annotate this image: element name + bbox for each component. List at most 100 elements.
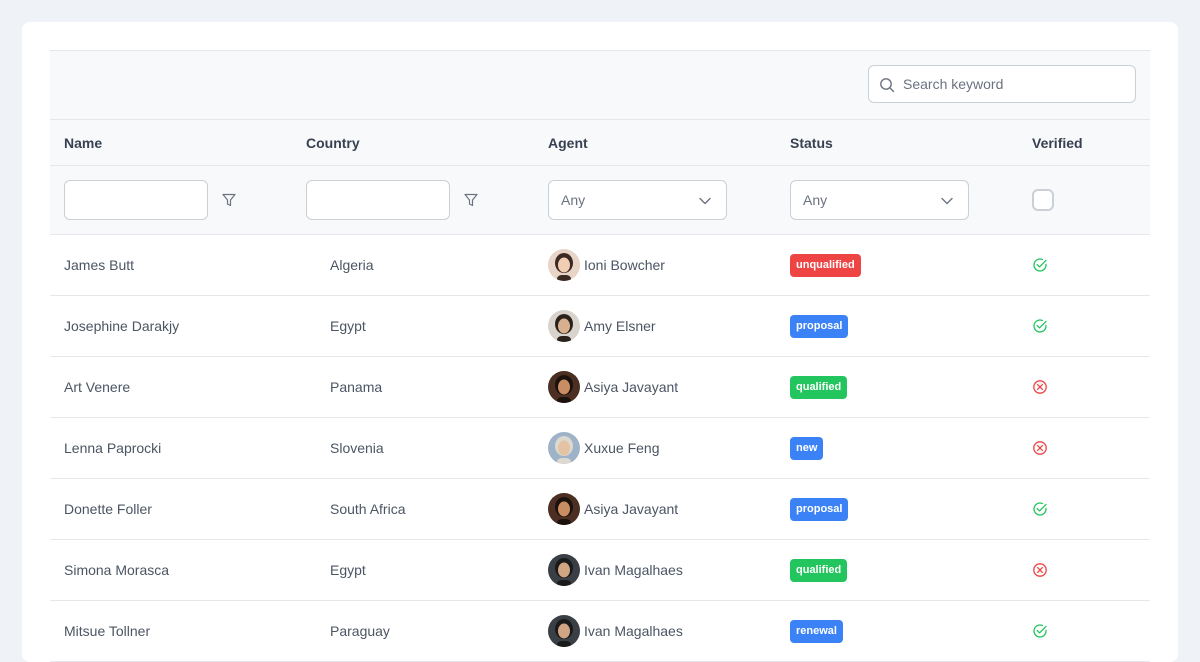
agent-cell: Asiya Javayant [534, 357, 776, 417]
country-cell: Paraguay [292, 601, 534, 661]
verified-cell [1018, 235, 1150, 295]
agent-name: Xuxue Feng [584, 440, 660, 456]
country-name: Egypt [330, 318, 366, 334]
column-header-country[interactable]: Country [292, 120, 534, 165]
table-row[interactable]: Josephine Darakjy Egypt Amy Elsner proposal [50, 296, 1150, 357]
country-name: South Africa [330, 501, 406, 517]
agent-filter-dropdown[interactable]: Any [548, 180, 727, 220]
customer-name: James Butt [64, 257, 135, 273]
agent-cell: Asiya Javayant [534, 479, 776, 539]
status-badge: renewal [790, 619, 843, 643]
country-cell: Egypt [292, 296, 534, 356]
country-filter-input[interactable] [306, 180, 450, 220]
column-header-name[interactable]: Name [50, 120, 292, 165]
country-cell: Slovenia [292, 418, 534, 478]
verified-cell [1018, 601, 1150, 661]
times-circle-icon [1033, 563, 1047, 577]
country-filter-button[interactable] [462, 191, 480, 209]
verified-cell [1018, 418, 1150, 478]
agent-cell: Xuxue Feng [534, 418, 776, 478]
country-cell: Panama [292, 357, 534, 417]
name-cell: James Butt [50, 235, 292, 295]
country-name: Paraguay [330, 623, 390, 639]
country-name: Slovenia [330, 440, 384, 456]
status-cell: proposal [776, 479, 1018, 539]
customer-name: Mitsue Tollner [64, 623, 151, 639]
agent-name: Ivan Magalhaes [584, 623, 683, 639]
agent-name: Asiya Javayant [584, 501, 679, 517]
name-filter-cell [50, 166, 292, 234]
table-header-row: Name Country Agent Status Verified [50, 120, 1150, 166]
country-cell: South Africa [292, 479, 534, 539]
table-body: James Butt Algeria Ioni Bowcher unqualified… [50, 235, 1150, 662]
search-box [868, 65, 1136, 103]
agent-name: Asiya Javayant [584, 379, 679, 395]
status-badge: proposal [790, 314, 849, 338]
table-row[interactable]: James Butt Algeria Ioni Bowcher unqualified [50, 235, 1150, 296]
country-filter-cell [292, 166, 534, 234]
name-cell: Lenna Paprocki [50, 418, 292, 478]
status-badge: unqualified [790, 253, 861, 277]
table-toolbar [50, 50, 1150, 120]
status-filter-cell: Any [776, 166, 1018, 234]
search-icon [880, 78, 895, 93]
name-cell: Mitsue Tollner [50, 601, 292, 661]
filter-row: Any Any [50, 166, 1150, 235]
column-header-agent[interactable]: Agent [534, 120, 776, 165]
agent-cell: Ivan Magalhaes [534, 601, 776, 661]
avatar [548, 310, 580, 342]
table-row[interactable]: Donette Foller South Africa Asiya Javayant… [50, 479, 1150, 540]
name-filter-button[interactable] [220, 191, 238, 209]
status-badge: qualified [790, 375, 848, 399]
table-row[interactable]: Simona Morasca Egypt Ivan Magalhaes qualifi… [50, 540, 1150, 601]
name-cell: Donette Foller [50, 479, 292, 539]
table-row[interactable]: Lenna Paprocki Slovenia Xuxue Feng new [50, 418, 1150, 479]
agent-name: Ioni Bowcher [584, 257, 665, 273]
check-circle-icon [1033, 319, 1047, 333]
table-row[interactable]: Mitsue Tollner Paraguay Ivan Magalhaes rene… [50, 601, 1150, 662]
column-header-verified[interactable]: Verified [1018, 120, 1150, 165]
name-cell: Simona Morasca [50, 540, 292, 600]
status-cell: unqualified [776, 235, 1018, 295]
status-badge: new [790, 436, 824, 460]
verified-cell [1018, 479, 1150, 539]
avatar [548, 615, 580, 647]
column-header-status[interactable]: Status [776, 120, 1018, 165]
check-circle-icon [1033, 258, 1047, 272]
status-filter-value: Any [803, 192, 828, 208]
customer-name: Donette Foller [64, 501, 152, 517]
agent-filter-cell: Any [534, 166, 776, 234]
customer-name: Josephine Darakjy [64, 318, 180, 334]
status-filter-dropdown[interactable]: Any [790, 180, 969, 220]
agent-cell: Ioni Bowcher [534, 235, 776, 295]
customers-table: Name Country Agent Status Verified [50, 50, 1150, 662]
times-circle-icon [1033, 441, 1047, 455]
country-cell: Algeria [292, 235, 534, 295]
country-name: Algeria [330, 257, 374, 273]
name-cell: Art Venere [50, 357, 292, 417]
customer-name: Lenna Paprocki [64, 440, 162, 456]
name-cell: Josephine Darakjy [50, 296, 292, 356]
status-cell: renewal [776, 601, 1018, 661]
check-circle-icon [1033, 624, 1047, 638]
verified-cell [1018, 540, 1150, 600]
chevron-down-icon [699, 197, 711, 205]
table-row[interactable]: Art Venere Panama Asiya Javayant qualified [50, 357, 1150, 418]
avatar [548, 371, 580, 403]
verified-cell [1018, 357, 1150, 417]
status-badge: qualified [790, 558, 848, 582]
name-filter-input[interactable] [64, 180, 208, 220]
country-name: Panama [330, 379, 383, 395]
verified-filter-checkbox[interactable] [1032, 189, 1054, 211]
agent-filter-value: Any [561, 192, 586, 208]
status-cell: proposal [776, 296, 1018, 356]
table-card: Name Country Agent Status Verified [22, 22, 1178, 662]
customer-name: Simona Morasca [64, 562, 170, 578]
times-circle-icon [1033, 380, 1047, 394]
agent-cell: Ivan Magalhaes [534, 540, 776, 600]
avatar [548, 249, 580, 281]
country-cell: Egypt [292, 540, 534, 600]
search-input[interactable] [903, 66, 1129, 102]
status-cell: qualified [776, 540, 1018, 600]
filter-icon [222, 193, 236, 207]
